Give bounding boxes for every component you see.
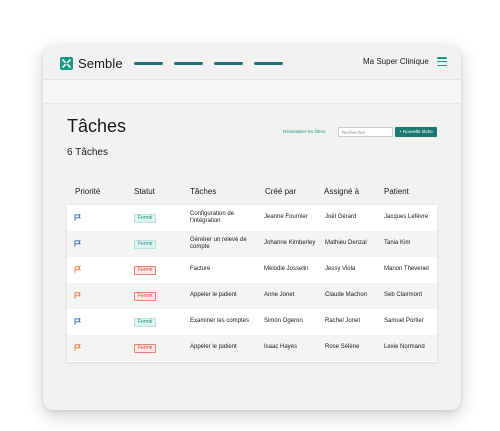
status-badge: Fermé: [134, 266, 157, 275]
flag-icon: [74, 240, 81, 247]
table-row[interactable]: Fermé Appeler le patient Anne Jonet Clau…: [67, 283, 437, 309]
table-row[interactable]: Fermé Générer un relevé de compte Johann…: [67, 231, 437, 257]
created-by: Anne Jonet: [264, 292, 295, 299]
patient-name[interactable]: Jacques Lefèvre: [384, 205, 428, 231]
table-row[interactable]: Fermé Facture Mélodie Josselin Jessy Vio…: [67, 257, 437, 283]
patient-name[interactable]: Seb Clairmont: [384, 283, 422, 309]
column-header-patient[interactable]: Patient: [384, 187, 409, 196]
status-badge: Fermé: [134, 292, 157, 301]
flag-icon: [74, 214, 81, 221]
created-by: Jeanne Fournier: [264, 214, 308, 221]
task-count: 6 Tâches: [67, 147, 108, 158]
app-window: Semble Ma Super Clinique Tâches 6 Tâches…: [43, 45, 461, 410]
nav-item-4[interactable]: [254, 62, 283, 65]
column-header-priority[interactable]: Priorité: [75, 187, 100, 196]
clinic-name[interactable]: Ma Super Clinique: [363, 57, 429, 66]
task-name[interactable]: Générer un relevé de compte: [190, 231, 258, 257]
top-navbar: Semble Ma Super Clinique: [43, 45, 461, 80]
task-name[interactable]: Appeler le patient: [190, 283, 258, 309]
created-by: Johanne Kimberley: [264, 240, 316, 247]
hamburger-menu-icon[interactable]: [437, 57, 447, 66]
assigned-to: Rachel Jonet: [325, 318, 361, 325]
assigned-to: Jessy Viola: [325, 266, 356, 273]
patient-name[interactable]: Samuel Portier: [384, 309, 424, 335]
semble-logo-icon: [60, 57, 73, 70]
column-header-created-by[interactable]: Créé par: [265, 187, 296, 196]
task-name[interactable]: Examiner les comptes: [190, 309, 258, 335]
task-name[interactable]: Facture: [190, 257, 258, 283]
new-task-button[interactable]: + Nouvelle tâche: [395, 127, 437, 137]
status-badge: Fermé: [134, 214, 157, 223]
created-by: Simon Ogeron: [264, 318, 303, 325]
patient-name[interactable]: Tania Kim: [384, 231, 410, 257]
column-header-assigned-to[interactable]: Assigné à: [324, 187, 359, 196]
status-badge: Fermé: [134, 344, 157, 353]
page-title: Tâches: [67, 116, 127, 136]
flag-icon: [74, 344, 81, 351]
nav-menu-placeholders: [134, 62, 283, 65]
status-badge: Fermé: [134, 318, 157, 327]
assigned-to: Mathieu Denzal: [325, 240, 367, 247]
patient-name[interactable]: Lexie Normand: [384, 335, 425, 361]
table-row[interactable]: Fermé Examiner les comptes Simon Ogeron …: [67, 309, 437, 335]
brand-name: Semble: [78, 56, 123, 71]
created-by: Mélodie Josselin: [264, 266, 309, 273]
flag-icon: [74, 318, 81, 325]
column-header-task[interactable]: Tâches: [190, 187, 216, 196]
assigned-to: Rose Sélène: [325, 344, 360, 351]
task-name[interactable]: Appeler le patient: [190, 335, 258, 361]
flag-icon: [74, 292, 81, 299]
task-name[interactable]: Configuration de l'intégration: [190, 205, 258, 231]
search-input[interactable]: [338, 127, 393, 137]
nav-item-2[interactable]: [174, 62, 203, 65]
column-header-status[interactable]: Statut: [134, 187, 155, 196]
sub-header-bar: [43, 80, 461, 104]
assigned-to: Joël Gérard: [325, 214, 357, 221]
table-row[interactable]: Fermé Appeler le patient Isaac Hayes Ros…: [67, 335, 437, 361]
reset-filters-link[interactable]: Réinitialiser les filtres: [283, 129, 325, 134]
table-row[interactable]: Fermé Configuration de l'intégration Jea…: [67, 205, 437, 231]
status-badge: Fermé: [134, 240, 157, 249]
created-by: Isaac Hayes: [264, 344, 298, 351]
flag-icon: [74, 266, 81, 273]
patient-name[interactable]: Manon Thévenet: [384, 257, 429, 283]
assigned-to: Claude Machon: [325, 292, 368, 299]
nav-item-1[interactable]: [134, 62, 163, 65]
tasks-table: Fermé Configuration de l'intégration Jea…: [67, 205, 437, 362]
nav-item-3[interactable]: [214, 62, 243, 65]
brand[interactable]: Semble: [60, 56, 123, 71]
